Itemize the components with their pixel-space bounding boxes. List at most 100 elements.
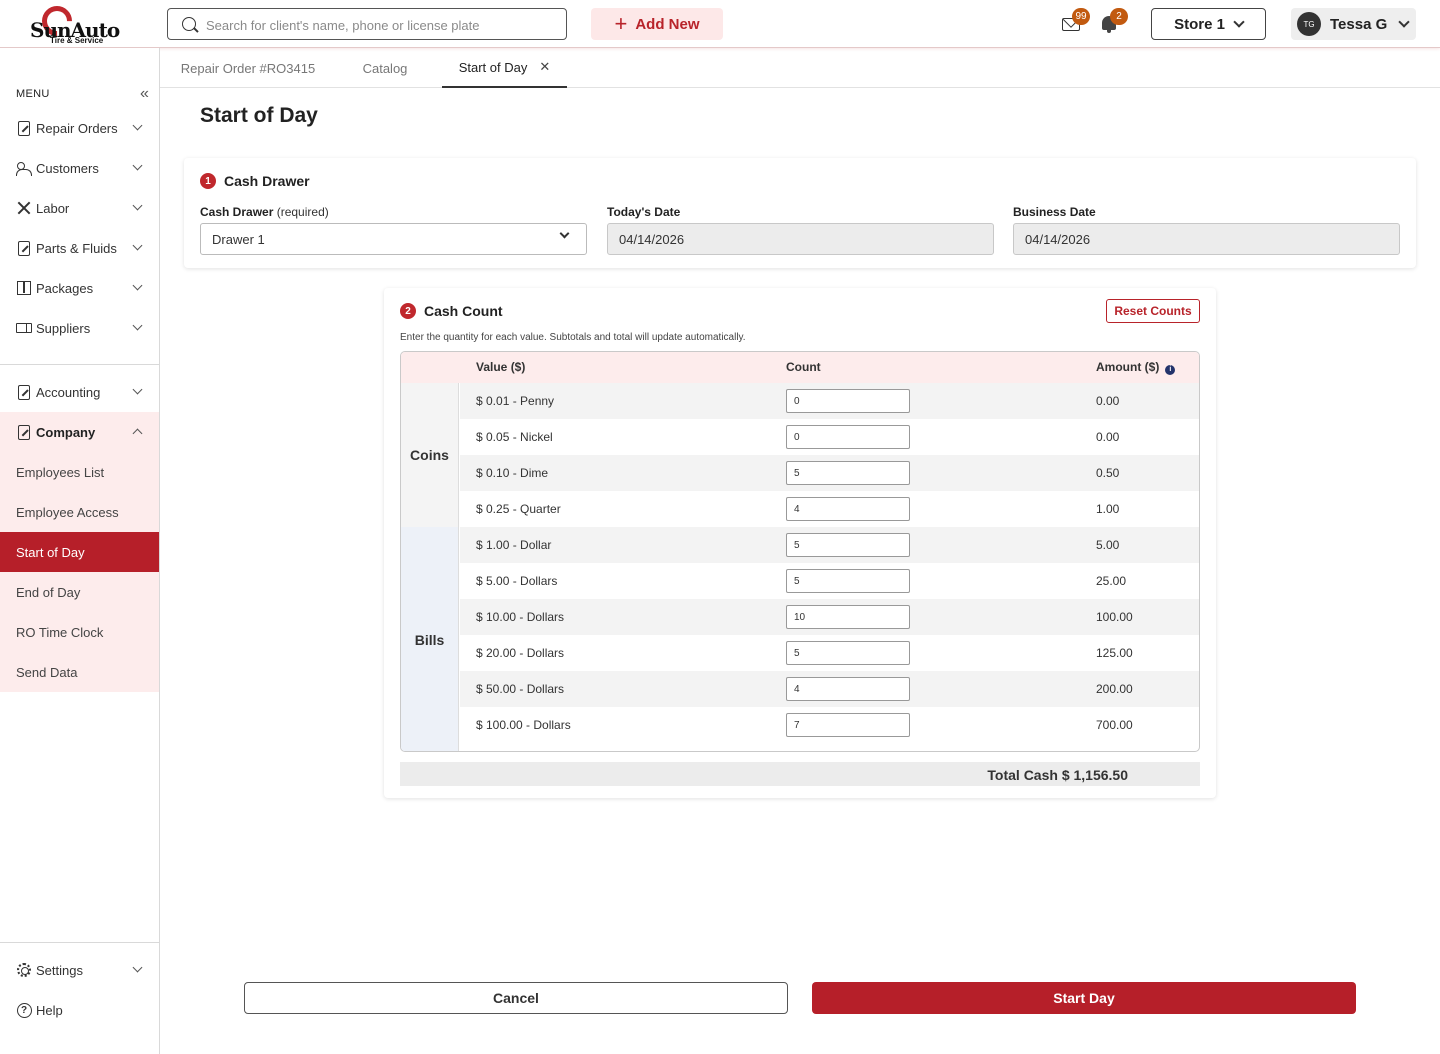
count-input[interactable]: 7 [786, 713, 910, 737]
section-title: Cash Drawer [224, 173, 310, 189]
count-input[interactable]: 0 [786, 389, 910, 413]
count-input[interactable]: 5 [786, 569, 910, 593]
bills-group-label: Bills [401, 527, 459, 751]
start-day-button[interactable]: Start Day [812, 982, 1356, 1014]
amount-value: 0.00 [1096, 430, 1120, 444]
sidebar-item-company[interactable]: Company [0, 412, 159, 452]
total-cash: Total Cash $ 1,156.50 [987, 767, 1128, 783]
table-row: $ 100.00 - Dollars 7 700.00 [460, 707, 1199, 743]
search-input[interactable] [206, 15, 556, 35]
chevron-up-icon [132, 428, 143, 439]
business-date-field: 04/14/2026 [1013, 223, 1400, 255]
user-menu[interactable]: TG Tessa G [1291, 8, 1416, 40]
count-input[interactable]: 10 [786, 605, 910, 629]
amount-value: 0.00 [1096, 394, 1120, 408]
sidebar-subitem-employees-list[interactable]: Employees List [0, 452, 159, 492]
sidebar-subitem-start-of-day[interactable]: Start of Day [0, 532, 159, 572]
gear-icon [17, 963, 31, 977]
close-icon[interactable]: ✕ [539, 59, 550, 75]
table-row: $ 1.00 - Dollar 5 5.00 [460, 527, 1199, 563]
tab-label: Repair Order #RO3415 [180, 60, 316, 76]
package-icon [17, 281, 31, 295]
amount-value: 100.00 [1096, 610, 1133, 624]
count-input[interactable]: 4 [786, 677, 910, 701]
denomination-value: $ 10.00 - Dollars [476, 610, 565, 624]
table-row: $ 10.00 - Dollars 10 100.00 [460, 599, 1199, 635]
search-box[interactable] [167, 8, 567, 40]
collapse-sidebar-icon[interactable]: « [140, 86, 149, 102]
notifications-button[interactable]: 2 [1100, 8, 1128, 34]
step-number-badge: 2 [400, 303, 416, 319]
denomination-value: $ 0.05 - Nickel [476, 430, 553, 444]
tools-icon [16, 200, 32, 216]
cash-count-card: 2 Cash Count Reset Counts Enter the quan… [384, 288, 1216, 798]
sidebar-item-label: Customers [36, 160, 99, 176]
repair-order-icon [18, 120, 30, 136]
store-label: Store 1 [1174, 15, 1225, 33]
avatar: TG [1297, 12, 1321, 36]
count-input[interactable]: 5 [786, 461, 910, 485]
business-date-value: 04/14/2026 [1025, 231, 1091, 247]
count-input[interactable]: 5 [786, 533, 910, 557]
user-name: Tessa G [1330, 15, 1388, 33]
sidebar-subitem-end-of-day[interactable]: End of Day [0, 572, 159, 612]
cancel-button[interactable]: Cancel [244, 982, 788, 1014]
add-new-button[interactable]: + Add New [591, 8, 723, 40]
count-input[interactable]: 4 [786, 497, 910, 521]
table-header: Value ($) Count Amount ($) i [401, 352, 1199, 383]
parts-icon [18, 240, 30, 256]
denomination-value: $ 0.25 - Quarter [476, 502, 561, 516]
sidebar-subitem-employee-access[interactable]: Employee Access [0, 492, 159, 532]
denomination-value: $ 100.00 - Dollars [476, 718, 571, 732]
section-title: Cash Count [424, 303, 503, 319]
messages-button[interactable]: 99 [1062, 8, 1090, 34]
sidebar-subitem-ro-time-clock[interactable]: RO Time Clock [0, 612, 159, 652]
chevron-down-icon [132, 320, 143, 331]
sidebar-divider [0, 364, 159, 365]
tab-catalog[interactable]: Catalog [336, 48, 434, 88]
sidebar-subitem-send-data[interactable]: Send Data [0, 652, 159, 692]
store-selector[interactable]: Store 1 [1151, 8, 1266, 40]
chevron-down-icon [1398, 16, 1410, 28]
sidebar-item-help[interactable]: ? Help [0, 990, 159, 1030]
cash-drawer-card: 1 Cash Drawer Cash Drawer (required) Dra… [184, 158, 1416, 268]
sidebar-item-accounting[interactable]: Accounting [0, 372, 159, 412]
column-header-count: Count [786, 360, 821, 374]
tab-repair-order[interactable]: Repair Order #RO3415 [170, 48, 326, 88]
sidebar-item-label: Labor [36, 200, 70, 216]
tab-start-of-day[interactable]: Start of Day ✕ [442, 48, 567, 88]
chevron-down-icon [132, 962, 143, 973]
mail-count-badge: 99 [1072, 8, 1090, 25]
table-row: $ 20.00 - Dollars 5 125.00 [460, 635, 1199, 671]
count-input[interactable]: 5 [786, 641, 910, 665]
count-input[interactable]: 0 [786, 425, 910, 449]
info-icon[interactable]: i [1165, 365, 1176, 375]
required-label: (required) [276, 205, 329, 219]
coins-group-label: Coins [401, 383, 459, 527]
accounting-icon [18, 384, 30, 400]
sidebar-item-labor[interactable]: Labor [0, 188, 159, 228]
sunauto-logo[interactable]: SunAuto Tire & Service [28, 0, 120, 45]
amount-value: 25.00 [1096, 574, 1127, 588]
denomination-value: $ 5.00 - Dollars [476, 574, 558, 588]
cash-drawer-select[interactable]: Drawer 1 [200, 223, 587, 255]
business-date-label: Business Date [1013, 205, 1096, 219]
sidebar-item-repair-orders[interactable]: Repair Orders [0, 108, 159, 148]
amount-value: 700.00 [1096, 718, 1133, 732]
sidebar-item-suppliers[interactable]: Suppliers [0, 308, 159, 348]
sidebar-item-parts-fluids[interactable]: Parts & Fluids [0, 228, 159, 268]
tab-label: Start of Day [458, 59, 528, 75]
sidebar-item-label: Repair Orders [36, 120, 118, 136]
search-icon [182, 17, 196, 31]
chevron-down-icon [132, 280, 143, 291]
top-header: SunAuto Tire & Service + Add New 99 2 St… [0, 0, 1440, 48]
denomination-value: $ 0.10 - Dime [476, 466, 549, 480]
sidebar-item-settings[interactable]: Settings [0, 950, 159, 990]
reset-counts-button[interactable]: Reset Counts [1106, 299, 1200, 323]
amount-value: 200.00 [1096, 682, 1133, 696]
cash-drawer-label: Cash Drawer (required) [200, 205, 329, 219]
sidebar-item-packages[interactable]: Packages [0, 268, 159, 308]
sidebar-item-customers[interactable]: Customers [0, 148, 159, 188]
column-header-amount: Amount ($) i [1096, 360, 1176, 375]
chevron-down-icon [132, 384, 143, 395]
